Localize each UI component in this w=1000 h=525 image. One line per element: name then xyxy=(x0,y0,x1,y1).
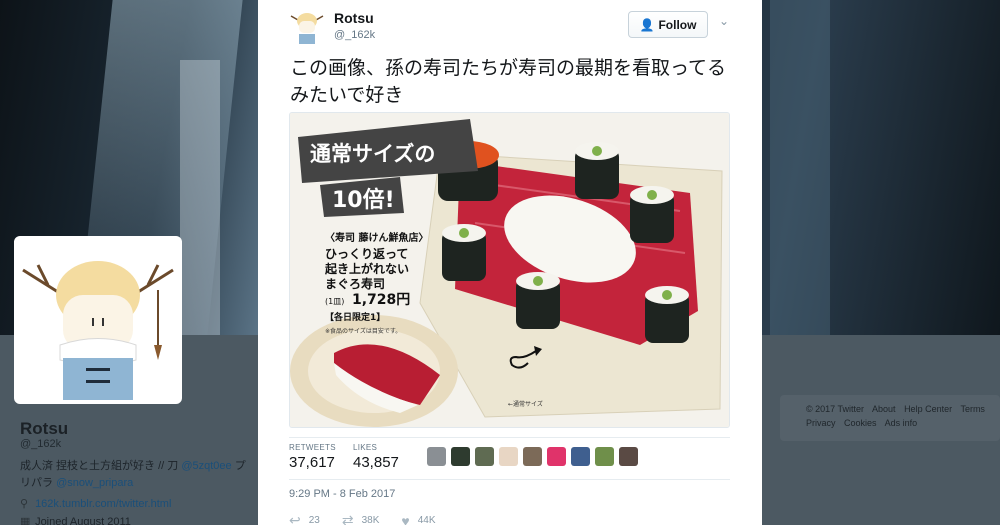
divider xyxy=(289,437,730,438)
liker-avatar-icon[interactable] xyxy=(523,447,542,466)
banner-decoration xyxy=(180,60,220,335)
photo-headline: 通常サイズの xyxy=(310,142,435,166)
tweet-text: この画像、孫の寿司たちが寿司の最期を看取ってるみたいで好き xyxy=(290,58,727,106)
footer-link[interactable]: Privacy xyxy=(806,418,836,428)
sushi-photo: 通常サイズの 10倍! 〈寿司 藤けん鮮魚店〉 ひっくり返って 起き上がれない … xyxy=(290,113,729,427)
bio-text: 成人済 捏枝と土方組が好き // 刀 xyxy=(20,460,179,472)
profile-name[interactable]: Rotsu xyxy=(20,419,68,439)
liker-avatar-icon[interactable] xyxy=(595,447,614,466)
like-count: 44K xyxy=(417,515,436,525)
bio-text: リパラ xyxy=(20,477,53,489)
site-footer: © 2017 Twitter About Help Center Terms P… xyxy=(780,395,1000,441)
liker-avatar-icon[interactable] xyxy=(451,447,470,466)
footer-link[interactable]: © 2017 Twitter xyxy=(806,404,864,414)
photo-desc: ひっくり返って xyxy=(325,246,408,261)
calendar-icon: ▦ xyxy=(20,516,31,525)
tweet-photo[interactable]: 通常サイズの 10倍! 〈寿司 藤けん鮮魚店〉 ひっくり返って 起き上がれない … xyxy=(289,112,730,428)
bio-link[interactable]: @snow_pripara xyxy=(56,477,133,489)
photo-headline: 10倍! xyxy=(332,187,395,213)
photo-price: 1,728円 xyxy=(352,292,410,308)
tweet-author-avatar[interactable] xyxy=(289,8,325,44)
likes-stat[interactable]: LIKES 43,857 xyxy=(353,443,399,471)
photo-limit: 【各日限定1】 xyxy=(325,311,385,323)
retweets-count: 37,617 xyxy=(289,454,335,471)
profile-handle: @_162k xyxy=(20,438,62,450)
tweet-timestamp[interactable]: 9:29 PM - 8 Feb 2017 xyxy=(289,488,395,500)
liker-avatar-icon[interactable] xyxy=(475,447,494,466)
likes-label: LIKES xyxy=(353,443,378,452)
retweets-stat[interactable]: RETWEETS 37,617 xyxy=(289,443,336,471)
website-link[interactable]: 162k.tumblr.com/twitter.html xyxy=(35,498,171,510)
chevron-down-icon[interactable]: ⌄ xyxy=(719,14,729,28)
photo-shop: 〈寿司 藤けん鮮魚店〉 xyxy=(325,231,428,244)
profile-avatar[interactable] xyxy=(14,236,182,404)
heart-icon: ♥ xyxy=(401,512,410,525)
footer-link[interactable]: Terms xyxy=(960,404,985,414)
follow-label: Follow xyxy=(658,17,697,32)
retweets-label: RETWEETS xyxy=(289,443,336,452)
bio-text: プ xyxy=(231,460,246,472)
bio-link[interactable]: @5zqt0ee xyxy=(181,460,231,472)
cartoon-avatar-icon xyxy=(18,240,178,400)
profile-joined: ▦ Joined August 2011 xyxy=(20,515,131,525)
follow-user-icon: 👤 xyxy=(639,17,655,32)
footer-link[interactable]: About xyxy=(872,404,896,414)
follow-button[interactable]: 👤 Follow xyxy=(628,11,708,38)
retweet-count: 38K xyxy=(361,515,380,525)
liker-avatar-icon[interactable] xyxy=(547,447,566,466)
link-icon: ⚲ xyxy=(20,498,29,510)
tweet-modal: Rotsu @_162k 👤 Follow ⌄ この画像、孫の寿司たちが寿司の最… xyxy=(258,0,762,525)
like-button[interactable]: ♥ 44K xyxy=(401,512,435,525)
photo-note: ※食品のサイズは目安です。 xyxy=(325,327,401,335)
liker-avatar-icon[interactable] xyxy=(619,447,638,466)
tweet-author-handle[interactable]: @_162k xyxy=(334,29,375,41)
reply-icon: ↩ xyxy=(289,512,301,525)
footer-link[interactable]: Ads info xyxy=(885,418,918,428)
reply-button[interactable]: ↩ 23 xyxy=(289,512,320,525)
photo-desc: 起き上がれない xyxy=(324,261,409,276)
likes-count: 43,857 xyxy=(353,454,399,471)
cartoon-avatar-icon xyxy=(289,8,325,44)
retweet-button[interactable]: ⇄ 38K xyxy=(342,512,380,525)
photo-normal-size: ←通常サイズ xyxy=(508,400,543,408)
tweet-actions: ↩ 23 ⇄ 38K ♥ 44K xyxy=(289,512,436,525)
photo-price-prefix: (1皿) xyxy=(325,297,344,306)
tweet-author-name[interactable]: Rotsu xyxy=(334,10,374,26)
footer-link[interactable]: Cookies xyxy=(844,418,877,428)
liker-avatar-icon[interactable] xyxy=(499,447,518,466)
likers-row xyxy=(427,447,638,466)
liker-avatar-icon[interactable] xyxy=(427,447,446,466)
profile-bio: 成人済 捏枝と土方組が好き // 刀 @5zqt0ee プ リパラ @snow_… xyxy=(20,458,250,492)
profile-website[interactable]: ⚲ 162k.tumblr.com/twitter.html xyxy=(20,497,171,510)
banner-decoration xyxy=(770,0,830,335)
retweet-icon: ⇄ xyxy=(341,512,354,525)
liker-avatar-icon[interactable] xyxy=(571,447,590,466)
joined-text: Joined August 2011 xyxy=(35,516,131,525)
footer-link[interactable]: Help Center xyxy=(904,404,952,414)
divider xyxy=(289,479,730,480)
photo-desc: まぐろ寿司 xyxy=(325,276,385,291)
reply-count: 23 xyxy=(308,515,320,525)
